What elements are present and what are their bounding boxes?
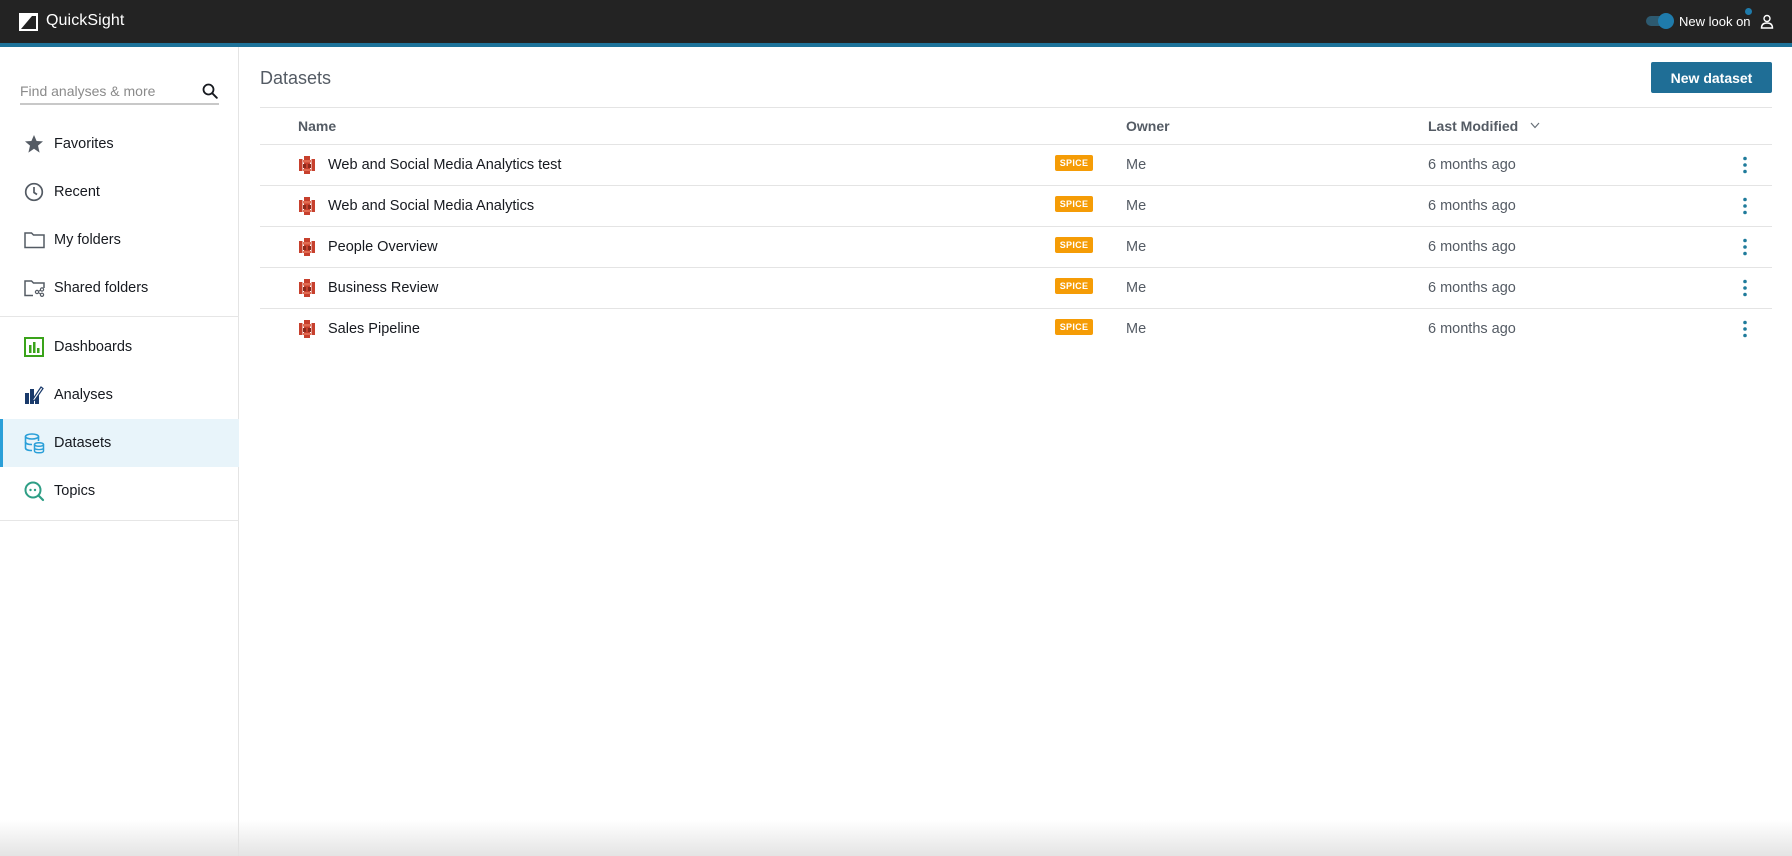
header-accent-stripe [0, 43, 1792, 47]
spice-dataset-icon [299, 238, 315, 256]
dataset-last-modified: 6 months ago [1428, 198, 1516, 214]
dataset-owner: Me [1126, 157, 1147, 173]
spice-dataset-icon [299, 197, 315, 215]
sidebar-item-label: My folders [54, 232, 121, 248]
dataset-last-modified: 6 months ago [1428, 321, 1516, 337]
column-header-name[interactable]: Name [298, 118, 336, 134]
more-options-icon[interactable] [1738, 196, 1752, 216]
toggle-knob [1658, 13, 1674, 29]
sidebar-item-topics[interactable]: Topics [0, 467, 239, 515]
dataset-name[interactable]: People Overview [328, 239, 438, 255]
dataset-name[interactable]: Web and Social Media Analytics [328, 198, 534, 214]
dataset-last-modified: 6 months ago [1428, 280, 1516, 296]
dataset-name[interactable]: Sales Pipeline [328, 321, 420, 337]
shared-folder-icon [23, 277, 45, 299]
quicksight-logo-icon[interactable] [19, 13, 38, 31]
sidebar-item-datasets[interactable]: Datasets [0, 419, 239, 467]
new-look-label: New look on [1679, 14, 1751, 29]
sidebar-item-label: Shared folders [54, 280, 149, 296]
sidebar-item-label: Dashboards [54, 339, 133, 355]
table-row[interactable]: Web and Social Media Analytics SPICE Me … [260, 186, 1772, 227]
more-options-icon[interactable] [1738, 278, 1752, 298]
dataset-owner: Me [1126, 280, 1147, 296]
folder-icon [23, 229, 45, 251]
sidebar-item-shared-folders[interactable]: Shared folders [0, 264, 239, 312]
sidebar: Favorites Recent My folders Shared folde… [0, 47, 239, 856]
spice-badge: SPICE [1055, 278, 1093, 294]
dataset-owner: Me [1126, 321, 1147, 337]
topic-icon [23, 480, 45, 502]
page-title: Datasets [260, 68, 332, 88]
sidebar-item-label: Topics [54, 483, 96, 499]
table-header: Name Owner Last Modified [260, 107, 1772, 145]
dataset-last-modified: 6 months ago [1428, 157, 1516, 173]
sidebar-item-label: Analyses [54, 387, 113, 403]
dataset-last-modified: 6 months ago [1428, 239, 1516, 255]
table-row[interactable]: Web and Social Media Analytics test SPIC… [260, 145, 1772, 186]
table-row[interactable]: People Overview SPICE Me 6 months ago [260, 227, 1772, 268]
datasets-table: Name Owner Last Modified Web and Social … [260, 107, 1772, 350]
sidebar-item-my-folders[interactable]: My folders [0, 216, 239, 264]
top-navigation-bar: QuickSight New look on [0, 0, 1792, 43]
sidebar-divider [0, 520, 239, 521]
notification-dot-icon [1745, 8, 1752, 15]
search-input[interactable] [20, 79, 190, 103]
sidebar-item-label: Recent [54, 184, 100, 200]
spice-badge: SPICE [1055, 319, 1093, 335]
sidebar-item-dashboards[interactable]: Dashboards [0, 323, 239, 371]
dashboard-icon [23, 336, 45, 358]
sidebar-item-recent[interactable]: Recent [0, 168, 239, 216]
spice-dataset-icon [299, 156, 315, 174]
sidebar-divider [0, 316, 239, 317]
dataset-name[interactable]: Web and Social Media Analytics test [328, 157, 561, 173]
more-options-icon[interactable] [1738, 155, 1752, 175]
app-title[interactable]: QuickSight [46, 12, 124, 30]
table-body: Web and Social Media Analytics test SPIC… [260, 145, 1772, 350]
window-bottom-edge [0, 820, 1792, 856]
more-options-icon[interactable] [1738, 237, 1752, 257]
dataset-name[interactable]: Business Review [328, 280, 438, 296]
spice-badge: SPICE [1055, 196, 1093, 212]
dataset-icon [23, 432, 45, 454]
sort-descending-chevron-icon[interactable] [1530, 122, 1540, 129]
sidebar-item-label: Favorites [54, 136, 114, 152]
spice-badge: SPICE [1055, 237, 1093, 253]
column-header-owner[interactable]: Owner [1126, 118, 1170, 134]
column-header-last-modified[interactable]: Last Modified [1428, 118, 1518, 134]
table-row[interactable]: Sales Pipeline SPICE Me 6 months ago [260, 309, 1772, 350]
search-icon[interactable] [202, 83, 218, 99]
search-box [20, 79, 219, 105]
spice-dataset-icon [299, 320, 315, 338]
new-look-toggle[interactable] [1646, 13, 1676, 29]
table-row[interactable]: Business Review SPICE Me 6 months ago [260, 268, 1772, 309]
analysis-icon [23, 384, 45, 406]
sidebar-item-analyses[interactable]: Analyses [0, 371, 239, 419]
clock-icon [23, 181, 45, 203]
new-dataset-button[interactable]: New dataset [1651, 62, 1772, 93]
user-icon[interactable] [1760, 14, 1774, 29]
sidebar-item-favorites[interactable]: Favorites [0, 120, 239, 168]
dataset-owner: Me [1126, 239, 1147, 255]
spice-dataset-icon [299, 279, 315, 297]
dataset-owner: Me [1126, 198, 1147, 214]
star-icon [23, 133, 45, 155]
sidebar-item-label: Datasets [54, 435, 112, 451]
spice-badge: SPICE [1055, 155, 1093, 171]
more-options-icon[interactable] [1738, 319, 1752, 339]
